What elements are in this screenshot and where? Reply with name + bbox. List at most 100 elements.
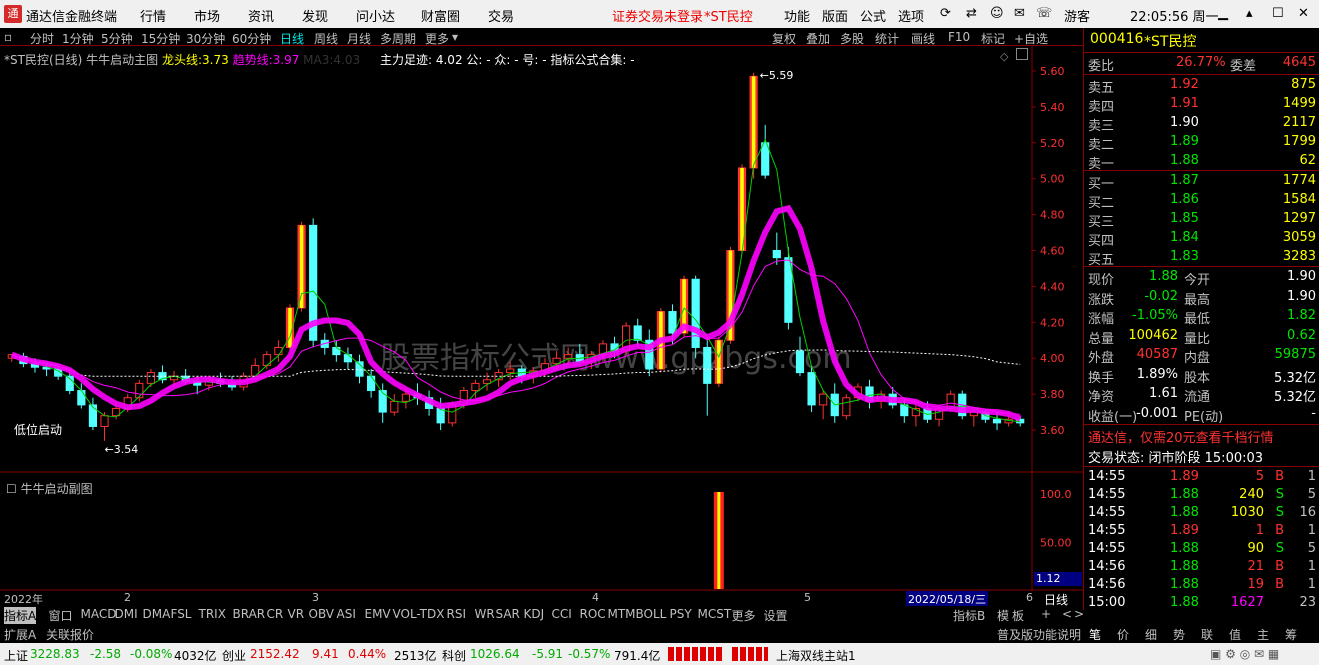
detail-tab-5[interactable]: 联 xyxy=(1201,626,1213,643)
indicator-tab-17[interactable]: KDJ xyxy=(524,607,545,621)
chat-icon[interactable]: ☏ xyxy=(1036,6,1052,21)
indicator-tab-8[interactable]: CR xyxy=(267,607,284,621)
promo-text[interactable]: 通达信，仅需20元查看千档行情 xyxy=(1088,427,1274,446)
period-tab-5min[interactable]: 5分钟 xyxy=(101,30,133,47)
guest-label[interactable]: 游客 xyxy=(1064,6,1090,25)
period-tab-more[interactable]: 更多 xyxy=(425,30,449,47)
indicator-tab-2[interactable]: MACD xyxy=(81,607,117,621)
indicator-tab-6[interactable]: TRIX xyxy=(199,607,226,621)
sync-icon[interactable]: ⇄ xyxy=(966,6,977,21)
maximize-icon[interactable]: ☐ xyxy=(1272,6,1284,21)
menu-ask[interactable]: 问小达 xyxy=(356,6,395,25)
menu-market[interactable]: 市场 xyxy=(194,6,220,25)
indicator-tab-1[interactable]: 窗口 xyxy=(49,607,73,624)
tool-stats[interactable]: 统计 xyxy=(875,30,899,47)
period-tab-intraday[interactable]: 分时 xyxy=(30,30,54,47)
menu-function[interactable]: 功能 xyxy=(784,6,810,25)
chart-indicator-name[interactable]: 牛牛启动主图 xyxy=(86,53,158,67)
sub-chart-title[interactable]: ☐ 牛牛启动副图 xyxy=(6,480,93,497)
indicator-tab-3[interactable]: DMI xyxy=(115,607,138,621)
indicator-tab-11[interactable]: ASI xyxy=(337,607,356,621)
menu-trade[interactable]: 交易 xyxy=(488,6,514,25)
indicator-tab-20[interactable]: MTM xyxy=(608,607,636,621)
period-tab-daily[interactable]: 日线 xyxy=(280,30,304,47)
mail-icon[interactable]: ✉ xyxy=(1014,6,1025,21)
refresh-icon[interactable]: ⟳ xyxy=(940,6,951,21)
tool-mark[interactable]: 标记 xyxy=(981,30,1005,47)
kline-svg[interactable]: 股票指标公式网www.gpzbgs.com ←5.59←3.54 5.605.4… xyxy=(0,46,1083,591)
detail-tab-3[interactable]: 细 xyxy=(1145,626,1157,643)
indicator-tab-0[interactable]: 指标A xyxy=(4,607,37,624)
indicator-tab-5[interactable]: FSL xyxy=(171,607,192,621)
indicator-tab-24[interactable]: 更多 xyxy=(732,607,756,624)
diamond-icon[interactable]: ◇ xyxy=(1000,50,1008,63)
indicator-right-tab-2[interactable]: 板 xyxy=(1012,607,1024,624)
indicator-tab-15[interactable]: WR xyxy=(475,607,495,621)
tool-f10[interactable]: F10 xyxy=(948,30,970,44)
detail-tab-0[interactable]: 普及版功能说明 xyxy=(997,626,1081,643)
indicator-tab-12[interactable]: EMV xyxy=(365,607,391,621)
period-tab-30min[interactable]: 30分钟 xyxy=(186,30,225,47)
kc-index-label[interactable]: 科创 xyxy=(442,647,466,664)
user-icon[interactable]: ☺ xyxy=(990,6,1004,21)
tab-related-quotes[interactable]: 关联报价 xyxy=(46,626,94,643)
indicator-right-tab-4[interactable]: < xyxy=(1062,607,1072,621)
indicator-tab-14[interactable]: RSI xyxy=(447,607,467,621)
expand-icon[interactable] xyxy=(1016,48,1028,60)
detail-tab-4[interactable]: 势 xyxy=(1173,626,1185,643)
detail-tab-2[interactable]: 价 xyxy=(1117,626,1129,643)
period-tab-15min[interactable]: 15分钟 xyxy=(141,30,180,47)
kline-chart[interactable]: 股票指标公式网www.gpzbgs.com ←5.59 ←3.54 5.60 5.4… xyxy=(0,46,1083,607)
tool-multi-stock[interactable]: 多股 xyxy=(840,30,864,47)
menu-formula[interactable]: 公式 xyxy=(860,6,886,25)
period-tab-1min[interactable]: 1分钟 xyxy=(62,30,94,47)
indicator-tab-16[interactable]: SAR xyxy=(496,607,520,621)
indicator-right-tab-1[interactable]: 模 xyxy=(997,607,1009,624)
indicator-tab-9[interactable]: VR xyxy=(288,607,305,621)
period-tab-weekly[interactable]: 周线 xyxy=(314,30,338,47)
sub-chart-toggle-icon[interactable]: ☐ xyxy=(6,482,17,496)
detail-tab-1[interactable]: 笔 xyxy=(1089,626,1101,643)
indicator-tab-13[interactable]: VOL-TDX xyxy=(393,607,445,621)
indicator-right-tab-0[interactable]: 指标B xyxy=(953,607,985,624)
sh-index-label[interactable]: 上证 xyxy=(4,647,28,664)
status-icons[interactable]: ▣ ⚙ ◎ ✉ ▦ xyxy=(1210,647,1279,661)
indicator-tab-7[interactable]: BRAR xyxy=(233,607,266,621)
tool-draw[interactable]: 画线 xyxy=(911,30,935,47)
menu-arrow-icon[interactable]: ▴ xyxy=(1246,6,1253,21)
menu-layout[interactable]: 版面 xyxy=(822,6,848,25)
indicator-right-tab-3[interactable]: + xyxy=(1041,607,1051,621)
detail-tab-6[interactable]: 值 xyxy=(1229,626,1241,643)
close-icon[interactable]: ✕ xyxy=(1298,6,1309,21)
tool-adjust[interactable]: 复权 xyxy=(772,30,796,47)
server-name[interactable]: 上海双线主站1 xyxy=(776,647,856,664)
login-notice[interactable]: 证券交易未登录 xyxy=(612,6,703,25)
indicator-tab-23[interactable]: MCST xyxy=(698,607,732,621)
more-chevron-icon[interactable]: ▾ xyxy=(452,30,458,44)
menu-news[interactable]: 资讯 xyxy=(248,6,274,25)
indicator-tab-18[interactable]: CCI xyxy=(552,607,572,621)
tick-price: 1.88 xyxy=(1170,541,1199,556)
indicator-tab-21[interactable]: BOLL xyxy=(636,607,667,621)
indicator-tab-25[interactable]: 设置 xyxy=(764,607,788,624)
menu-options[interactable]: 选项 xyxy=(898,6,924,25)
indicator-tab-10[interactable]: OBV xyxy=(309,607,335,621)
indicator-tab-4[interactable]: DMA xyxy=(143,607,171,621)
detail-tab-7[interactable]: 主 xyxy=(1257,626,1269,643)
period-tab-multi[interactable]: 多周期 xyxy=(380,30,416,47)
menu-wealth[interactable]: 财富圈 xyxy=(421,6,460,25)
minimize-icon[interactable]: ▁ xyxy=(1218,6,1228,21)
indicator-tab-22[interactable]: PSY xyxy=(670,607,692,621)
indicator-tab-19[interactable]: ROC xyxy=(580,607,606,621)
period-tab-monthly[interactable]: 月线 xyxy=(347,30,371,47)
menu-market-quotes[interactable]: 行情 xyxy=(140,6,166,25)
menu-discover[interactable]: 发现 xyxy=(302,6,328,25)
tab-extension-a[interactable]: 扩展A xyxy=(4,626,36,643)
cy-index-label[interactable]: 创业 xyxy=(222,647,246,664)
period-tab-60min[interactable]: 60分钟 xyxy=(232,30,271,47)
indicator-right-tab-5[interactable]: > xyxy=(1074,607,1084,621)
promo-row[interactable]: 通达信，仅需20元查看千档行情 xyxy=(1084,426,1319,446)
tool-add-watchlist[interactable]: +自选 xyxy=(1014,30,1048,47)
tool-overlay[interactable]: 叠加 xyxy=(806,30,830,47)
detail-tab-8[interactable]: 筹 xyxy=(1285,626,1297,643)
